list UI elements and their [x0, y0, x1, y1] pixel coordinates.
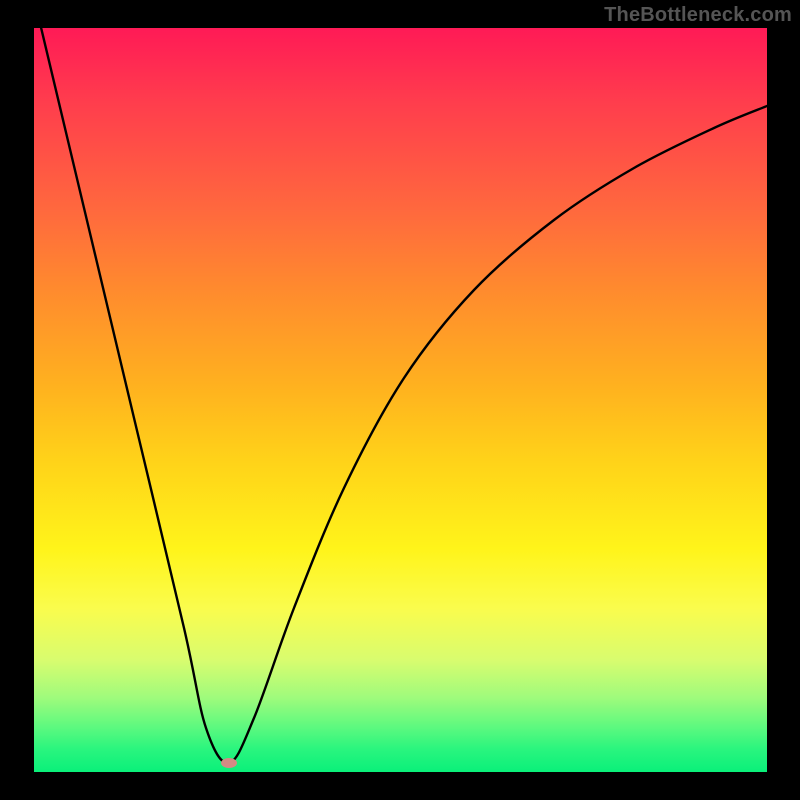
plot-area	[34, 28, 767, 772]
chart-frame: TheBottleneck.com	[0, 0, 800, 800]
bottleneck-curve-path	[34, 28, 767, 763]
watermark-text: TheBottleneck.com	[604, 4, 792, 27]
curve-svg	[34, 28, 767, 772]
minimum-marker	[221, 758, 237, 768]
